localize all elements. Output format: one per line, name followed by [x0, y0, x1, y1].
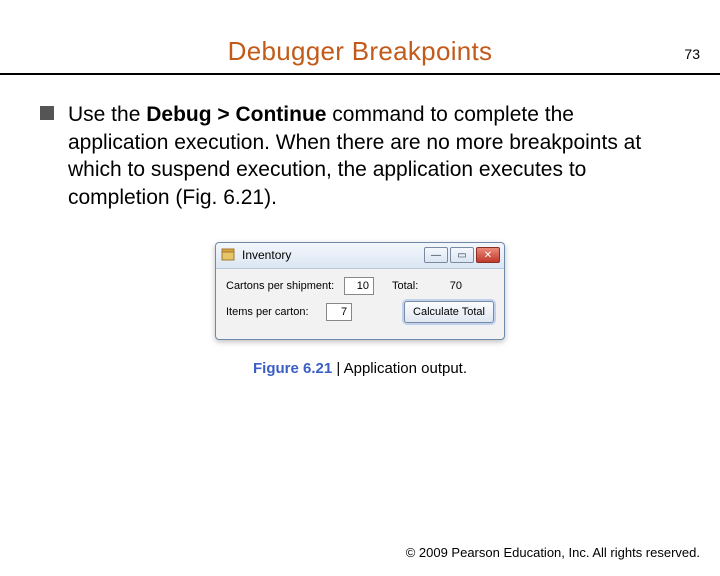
bullet-item: Use the Debug > Continue command to comp… — [40, 101, 680, 212]
cartons-input[interactable]: 10 — [344, 277, 374, 295]
cartons-label: Cartons per shipment: — [226, 280, 344, 292]
window-title: Inventory — [242, 248, 424, 262]
caption-sep: | — [332, 360, 343, 377]
calculate-total-button[interactable]: Calculate Total — [404, 301, 494, 323]
items-input[interactable]: 7 — [326, 303, 352, 321]
square-bullet-icon — [40, 106, 54, 120]
content-area: Use the Debug > Continue command to comp… — [40, 101, 680, 377]
window-buttons: — ▭ ✕ — [424, 247, 500, 263]
app-window: Inventory — ▭ ✕ Cartons per shipment: 10… — [215, 242, 505, 340]
title-rule — [0, 73, 720, 75]
button-cell: Calculate Total — [404, 301, 494, 323]
body-text-pre: Use the — [68, 103, 146, 126]
form-row-1: Cartons per shipment: 10 Total: 70 — [226, 277, 494, 295]
slide-page: 73 Debugger Breakpoints Use the Debug > … — [0, 36, 720, 576]
slide-title: Debugger Breakpoints — [0, 36, 720, 67]
figure-number: Figure 6.21 — [253, 360, 332, 377]
page-number: 73 — [684, 46, 700, 62]
body-text-bold: Debug > Continue — [146, 103, 326, 126]
app-icon — [220, 247, 236, 263]
body-paragraph: Use the Debug > Continue command to comp… — [68, 101, 680, 212]
figure-caption: Figure 6.21 | Application output. — [40, 360, 680, 377]
client-area: Cartons per shipment: 10 Total: 70 Items… — [216, 269, 504, 339]
copyright-footer: © 2009 Pearson Education, Inc. All right… — [406, 545, 700, 560]
minimize-button[interactable]: — — [424, 247, 448, 263]
titlebar: Inventory — ▭ ✕ — [216, 243, 504, 269]
total-value: 70 — [432, 280, 462, 292]
maximize-button[interactable]: ▭ — [450, 247, 474, 263]
items-label: Items per carton: — [226, 306, 326, 318]
figure-wrapper: Inventory — ▭ ✕ Cartons per shipment: 10… — [40, 242, 680, 340]
total-label: Total: — [392, 280, 432, 292]
caption-text: Application output. — [344, 360, 467, 377]
close-button[interactable]: ✕ — [476, 247, 500, 263]
form-row-2: Items per carton: 7 Calculate Total — [226, 301, 494, 323]
